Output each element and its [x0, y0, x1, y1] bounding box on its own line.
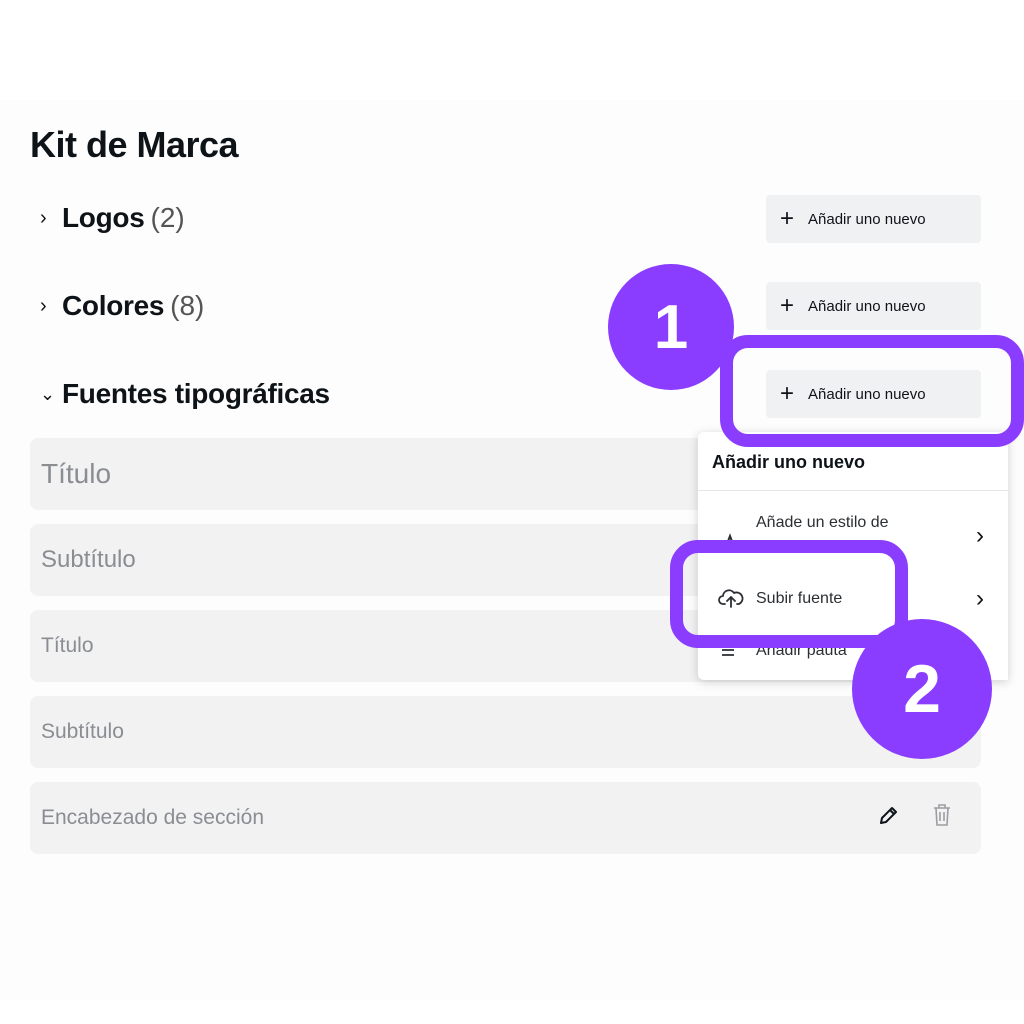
- chevron-right-icon: ›: [40, 206, 47, 229]
- plus-icon: +: [780, 292, 795, 319]
- divider: [698, 490, 1008, 491]
- font-row-subtitulo-2[interactable]: Subtítulo: [30, 696, 981, 768]
- section-count: (2): [150, 202, 185, 233]
- section-colores[interactable]: › Colores (8): [40, 284, 204, 328]
- chevron-right-icon: ›: [976, 522, 984, 549]
- dropdown-title: Añadir uno nuevo: [712, 452, 865, 472]
- page-title: Kit de Marca: [30, 124, 239, 165]
- highlight-ring-1: [720, 335, 1024, 447]
- font-row-encabezado[interactable]: Encabezado de sección: [30, 782, 981, 854]
- row-actions: [877, 782, 953, 854]
- section-label: Colores: [62, 290, 165, 321]
- step-badge-2: 2: [852, 619, 992, 759]
- add-logo-button[interactable]: + Añadir uno nuevo: [766, 195, 981, 243]
- section-label: Fuentes tipográficas: [62, 378, 330, 409]
- chevron-right-icon: ›: [40, 294, 47, 317]
- chevron-down-icon: ⌄: [40, 383, 56, 404]
- section-count: (8): [170, 290, 205, 321]
- section-label: Logos: [62, 202, 145, 233]
- section-fuentes[interactable]: ⌄ Fuentes tipográficas: [40, 372, 330, 416]
- list-icon: [720, 646, 736, 665]
- trash-icon[interactable]: [931, 803, 953, 833]
- pencil-icon[interactable]: [877, 803, 901, 833]
- plus-icon: +: [780, 205, 795, 232]
- step-badge-1: 1: [608, 264, 734, 390]
- add-color-button[interactable]: + Añadir uno nuevo: [766, 282, 981, 330]
- chevron-right-icon: ›: [976, 585, 984, 612]
- section-logos[interactable]: › Logos (2): [40, 196, 185, 240]
- highlight-ring-2: [670, 540, 908, 648]
